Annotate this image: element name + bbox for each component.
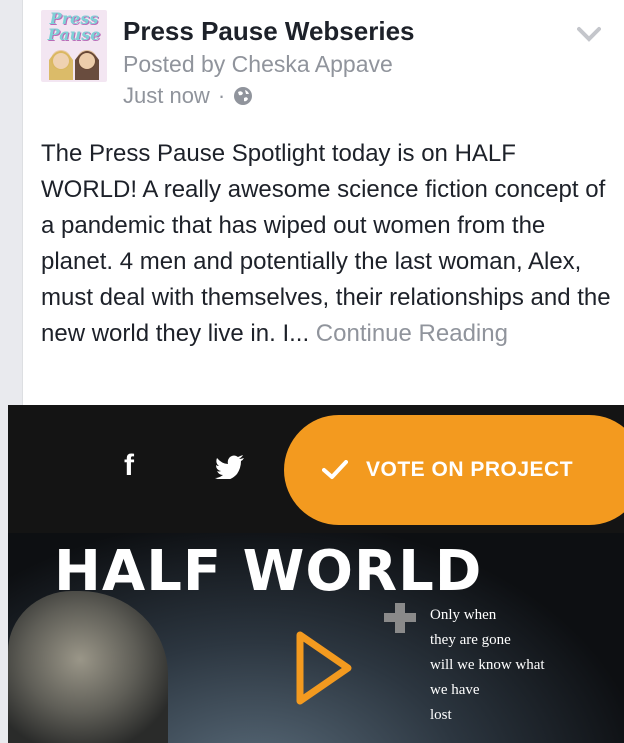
vote-on-project-button[interactable]: VOTE ON PROJECT (284, 415, 624, 525)
page-avatar[interactable]: Press Pause (41, 10, 107, 82)
vote-label: VOTE ON PROJECT (366, 458, 574, 481)
twitter-icon[interactable] (215, 455, 245, 479)
page-name-link[interactable]: Press Pause Webseries (123, 16, 414, 47)
poster-face-image (8, 591, 168, 743)
post-body-text: The Press Pause Spotlight today is on HA… (41, 140, 611, 347)
meta-separator: · (217, 83, 226, 108)
chevron-down-icon[interactable] (577, 26, 601, 42)
tagline-line: lost (430, 707, 452, 723)
poster-tagline: Only when they are gone will we know wha… (430, 603, 610, 728)
tagline-line: Only when (430, 607, 497, 623)
posted-by-text: Posted by Cheska Appave (123, 51, 393, 77)
checkmark-icon (322, 460, 348, 479)
tagline-line: will we know what (430, 657, 545, 673)
tagline-line: we have (430, 682, 480, 698)
play-icon[interactable] (294, 631, 354, 705)
avatar-logo: Press Pause (47, 10, 101, 44)
film-poster: HALF WORLD Only when they are gone will … (8, 533, 624, 743)
tagline-line: they are gone (430, 632, 511, 648)
continue-reading-link[interactable]: Continue Reading (316, 320, 508, 347)
globe-icon[interactable] (233, 86, 253, 106)
timestamp-link[interactable]: Just now (123, 83, 210, 109)
avatar-faces-image (49, 50, 99, 80)
share-bar: f VOTE ON PROJECT (8, 405, 624, 533)
post-meta: Just now · (123, 83, 253, 109)
facebook-icon[interactable]: f (124, 449, 134, 483)
venus-symbol-icon (384, 603, 416, 633)
post-body: The Press Pause Spotlight today is on HA… (41, 136, 611, 352)
link-preview-image[interactable]: f VOTE ON PROJECT HALF WORLD Only when t… (8, 405, 624, 743)
